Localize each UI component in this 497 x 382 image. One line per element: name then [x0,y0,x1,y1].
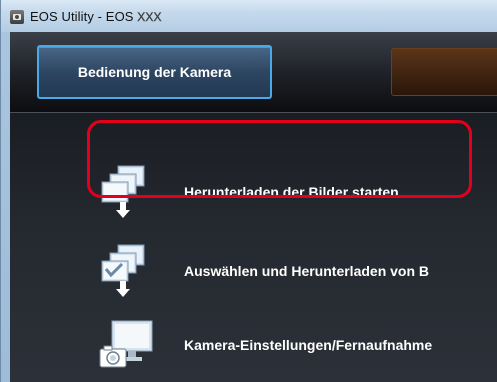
tab-camera-operation[interactable]: Bedienung der Kamera [37,45,272,99]
select-download-icon [101,244,145,297]
tab-bar: Bedienung der Kamera [10,32,497,113]
window-title: EOS Utility - EOS XXX [30,9,162,24]
app-panel: Bedienung der Kamera Herunterladen der B… [10,32,497,382]
title-bar: EOS Utility - EOS XXX [1,0,497,32]
menu-item-label: Auswählen und Herunterladen von B [184,263,430,279]
menu-item-label: Herunterladen der Bilder starten [184,184,399,200]
camera-app-icon [10,10,24,24]
menu-item-start-download[interactable]: Herunterladen der Bilder starten [90,160,497,224]
download-images-icon [101,165,145,218]
menu-item-label: Kamera-Einstellungen/Fernaufnahme [184,337,433,353]
main-content: Herunterladen der Bilder starten Auswähl… [10,113,497,382]
tab-camera-operation-label: Bedienung der Kamera [77,64,232,80]
model-placeholder: XXX [137,10,162,24]
camera-settings-icon [99,320,153,368]
tab-secondary[interactable] [391,48,497,96]
window-title-text: EOS Utility - EOS [30,9,134,24]
menu-item-camera-settings[interactable]: Kamera-Einstellungen/Fernaufnahme [90,313,497,377]
app-window: EOS Utility - EOS XXX Bedienung der Kame… [0,0,497,382]
menu-item-select-download[interactable]: Auswählen und Herunterladen von B [90,239,497,303]
